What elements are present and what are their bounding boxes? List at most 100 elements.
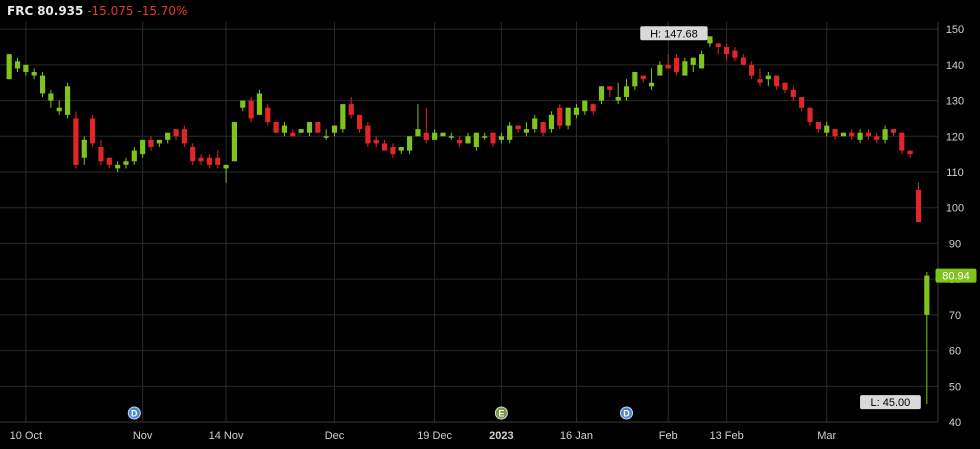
candle-up — [56, 107, 62, 112]
candle-up — [231, 122, 238, 162]
candle-up — [298, 129, 304, 133]
candle-up — [473, 132, 479, 147]
candle-down — [732, 50, 738, 58]
candle-up — [131, 150, 137, 162]
x-tick-label: 10 Oct — [10, 430, 42, 442]
candle-down — [73, 118, 79, 165]
y-tick-label: 50 — [949, 381, 961, 393]
candle-down — [198, 157, 204, 162]
x-tick-label: 19 Dec — [417, 430, 452, 442]
candle-down — [290, 132, 296, 137]
candle-up — [6, 54, 12, 80]
candle-down — [148, 139, 154, 147]
candle-down — [673, 57, 680, 72]
y-tick-label: 40 — [949, 417, 961, 429]
high-badge-text: H: 147.68 — [650, 28, 698, 40]
candle-down — [749, 64, 755, 76]
y-tick-label: 140 — [946, 60, 964, 72]
candle-down — [173, 129, 179, 137]
y-tick-label: 60 — [949, 346, 961, 358]
x-tick-label: 14 Nov — [209, 430, 244, 442]
candle-down — [890, 129, 897, 133]
candle-down — [832, 129, 838, 137]
candle-up — [882, 129, 888, 140]
candle-down — [790, 89, 796, 97]
candle-up — [398, 147, 404, 151]
candlestick-chart: 15014013012011010090807060504010 OctNov1… — [0, 22, 977, 442]
x-tick-label: 13 Feb — [709, 430, 743, 442]
candle-down — [865, 132, 872, 137]
candle-down — [490, 132, 496, 144]
candle-up — [648, 82, 655, 87]
candle-down — [724, 47, 730, 55]
candle-up — [623, 86, 630, 97]
x-tick-label: Feb — [659, 430, 678, 442]
candle-down — [98, 147, 104, 162]
candle-up — [657, 64, 663, 76]
candle-down — [915, 189, 922, 222]
y-tick-label: 150 — [946, 24, 964, 36]
candle-up — [140, 139, 146, 155]
candle-down — [740, 57, 746, 65]
y-tick-label: 100 — [946, 203, 964, 215]
candle-down — [757, 79, 763, 83]
candle-up — [281, 125, 288, 133]
low-badge: L: 45.00 — [860, 395, 921, 410]
candle-up — [340, 104, 346, 130]
candle-down — [356, 114, 363, 130]
candle-down — [348, 104, 354, 115]
candle-down — [181, 129, 187, 144]
candle-down — [265, 107, 271, 122]
candle-down — [190, 147, 196, 162]
candle-up — [306, 122, 313, 133]
event-marker-label: D — [131, 409, 138, 419]
candle-down — [807, 107, 813, 122]
candle-up — [573, 107, 580, 115]
candle-up — [64, 86, 71, 115]
candle-up — [465, 136, 471, 144]
x-tick-label: Nov — [133, 430, 153, 442]
candle-down — [365, 125, 371, 144]
candle-up — [81, 139, 87, 158]
candle-up — [615, 97, 621, 101]
candle-up — [532, 118, 538, 130]
candle-up — [498, 136, 504, 140]
candle-up — [23, 64, 29, 72]
candle-down — [423, 132, 429, 140]
x-tick-label: 2023 — [489, 430, 513, 442]
ticker-header: FRC 80.935 -15.075 -15.70% — [7, 4, 187, 18]
candle-up — [632, 72, 638, 87]
candle-down — [899, 132, 905, 151]
low-badge-text: L: 45.00 — [871, 397, 911, 409]
candle-down — [540, 122, 546, 133]
candle-up — [39, 75, 46, 94]
candle-down — [106, 157, 112, 165]
candle-up — [598, 86, 605, 101]
candle-down — [715, 43, 721, 47]
candle-up — [924, 275, 930, 315]
candle-down — [273, 122, 279, 133]
candle-up — [507, 125, 513, 140]
candle-up — [432, 132, 438, 140]
candle-down — [206, 157, 212, 165]
candle-down — [381, 143, 388, 151]
candle-down — [782, 82, 788, 90]
y-tick-label: 130 — [946, 96, 964, 108]
candle-down — [557, 107, 563, 126]
candle-up — [565, 107, 571, 126]
candle-down — [607, 86, 613, 90]
candle-up — [14, 61, 21, 69]
candle-up — [407, 136, 413, 151]
candle-up — [824, 125, 830, 133]
candle-up — [682, 61, 688, 76]
candle-up — [31, 72, 37, 76]
candle-up — [415, 129, 421, 137]
candle-up — [548, 114, 555, 130]
ticker-change: -15.075 — [87, 4, 134, 18]
last-price-badge-text: 80.94 — [942, 271, 970, 283]
candle-down — [515, 125, 521, 130]
candle-up — [690, 57, 696, 65]
ticker-price: 80.935 — [37, 4, 84, 18]
candle-down — [248, 100, 254, 119]
candle-down — [815, 122, 821, 130]
